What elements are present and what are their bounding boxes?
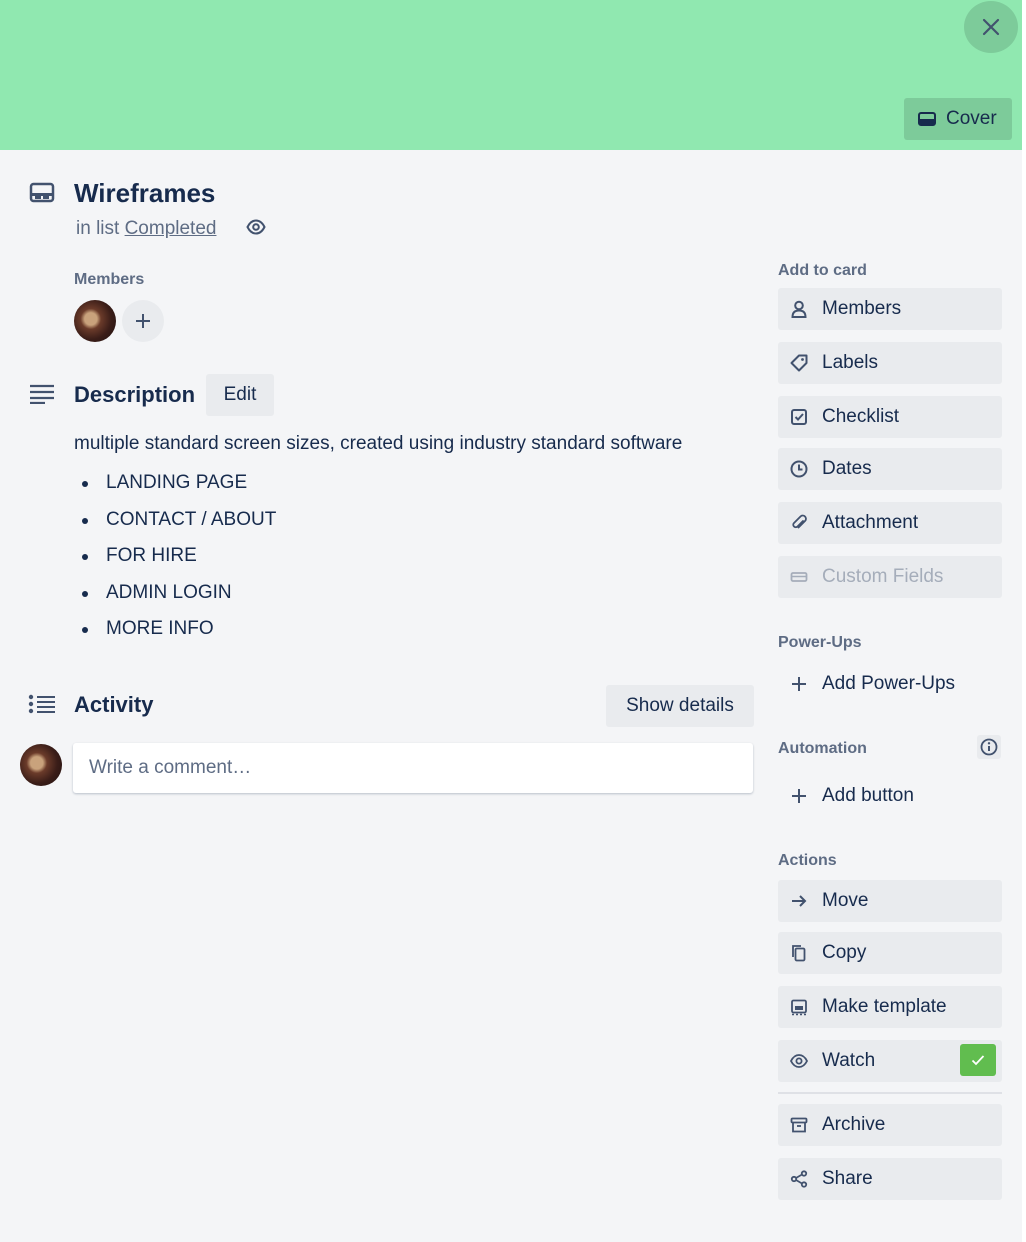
card-title[interactable]: Wireframes	[74, 178, 215, 209]
copy-icon	[792, 945, 806, 962]
eye-icon	[790, 1054, 808, 1068]
share-button-label: Share	[822, 1168, 873, 1189]
description-text[interactable]: multiple standard screen sizes, created …	[74, 433, 682, 455]
attachment-button[interactable]: Attachment	[778, 502, 1002, 544]
show-details-button[interactable]: Show details	[606, 685, 754, 727]
add-member-button[interactable]	[122, 300, 164, 342]
custom-fields-icon	[790, 572, 808, 582]
cover-button[interactable]: Cover	[904, 98, 1012, 140]
archive-icon	[790, 1117, 808, 1133]
add-to-card-label: Add to card	[778, 262, 867, 279]
checklist-button[interactable]: Checklist	[778, 396, 1002, 438]
watch-checked-badge	[960, 1044, 996, 1076]
add-button-label: Add button	[822, 785, 914, 806]
copy-button[interactable]: Copy	[778, 932, 1002, 974]
copy-button-label: Copy	[822, 942, 867, 963]
close-button[interactable]	[964, 1, 1018, 53]
custom-fields-button-label: Custom Fields	[822, 566, 944, 587]
description-icon	[30, 384, 54, 404]
watch-button-label: Watch	[822, 1050, 876, 1071]
activity-heading: Activity	[74, 692, 154, 717]
plus-icon	[792, 677, 806, 691]
move-button-label: Move	[822, 890, 869, 911]
list-item: CONTACT / ABOUT	[81, 502, 276, 539]
clock-icon	[790, 460, 808, 478]
template-icon	[791, 999, 807, 1016]
card-cover	[0, 0, 1022, 150]
watching-eye-icon	[246, 219, 266, 235]
labels-button-label: Labels	[822, 352, 878, 373]
list-link[interactable]: Completed	[125, 218, 217, 239]
window-edge	[1022, 0, 1026, 1242]
automation-info-button[interactable]	[977, 735, 1001, 759]
add-powerups-label: Add Power-Ups	[822, 673, 956, 694]
activity-icon	[28, 694, 55, 714]
comment-input[interactable]	[73, 743, 753, 793]
actions-label: Actions	[778, 852, 837, 869]
in-list-prefix: in list	[76, 218, 120, 239]
list-item: ADMIN LOGIN	[81, 575, 276, 612]
cover-button-label: Cover	[946, 108, 997, 129]
share-button[interactable]: Share	[778, 1158, 1002, 1200]
checkbox-icon	[791, 409, 807, 425]
cover-icon	[918, 112, 936, 126]
attachment-button-label: Attachment	[822, 512, 919, 533]
list-item: FOR HIRE	[81, 538, 276, 575]
avatar[interactable]	[74, 300, 116, 342]
plus-icon	[136, 314, 150, 328]
watch-button[interactable]: Watch	[778, 1040, 1002, 1082]
paperclip-icon	[792, 514, 807, 529]
tag-icon	[790, 354, 808, 372]
description-list: LANDING PAGE CONTACT / ABOUT FOR HIRE AD…	[74, 465, 276, 648]
dates-button-label: Dates	[822, 458, 872, 479]
members-button[interactable]: Members	[778, 288, 1002, 330]
make-template-button[interactable]: Make template	[778, 986, 1002, 1028]
edit-description-button[interactable]: Edit	[206, 374, 274, 416]
archive-button[interactable]: Archive	[778, 1104, 1002, 1146]
members-button-label: Members	[822, 298, 902, 319]
members-label: Members	[74, 271, 145, 288]
archive-button-label: Archive	[822, 1114, 886, 1135]
move-button[interactable]: Move	[778, 880, 1002, 922]
plus-icon	[792, 789, 806, 803]
list-item: LANDING PAGE	[81, 465, 276, 502]
share-icon	[790, 1170, 808, 1188]
automation-label: Automation	[778, 740, 867, 757]
dates-button[interactable]: Dates	[778, 448, 1002, 490]
checklist-button-label: Checklist	[822, 406, 900, 427]
checkmark-icon	[971, 1055, 985, 1066]
make-template-button-label: Make template	[822, 996, 947, 1017]
actions-divider	[778, 1092, 1002, 1094]
custom-fields-button[interactable]: Custom Fields	[778, 556, 1002, 598]
close-icon	[982, 18, 1000, 36]
add-powerups-button[interactable]: Add Power-Ups	[778, 663, 1002, 705]
arrow-right-icon	[792, 895, 807, 907]
comment-avatar	[20, 744, 62, 786]
card-icon	[29, 182, 55, 203]
add-button-button[interactable]: Add button	[778, 775, 1002, 817]
list-info: in list Completed	[76, 218, 216, 240]
person-icon	[791, 300, 807, 318]
list-item: MORE INFO	[81, 611, 276, 648]
labels-button[interactable]: Labels	[778, 342, 1002, 384]
description-heading: Description	[74, 382, 196, 407]
info-icon	[980, 738, 998, 756]
powerups-label: Power-Ups	[778, 634, 862, 651]
